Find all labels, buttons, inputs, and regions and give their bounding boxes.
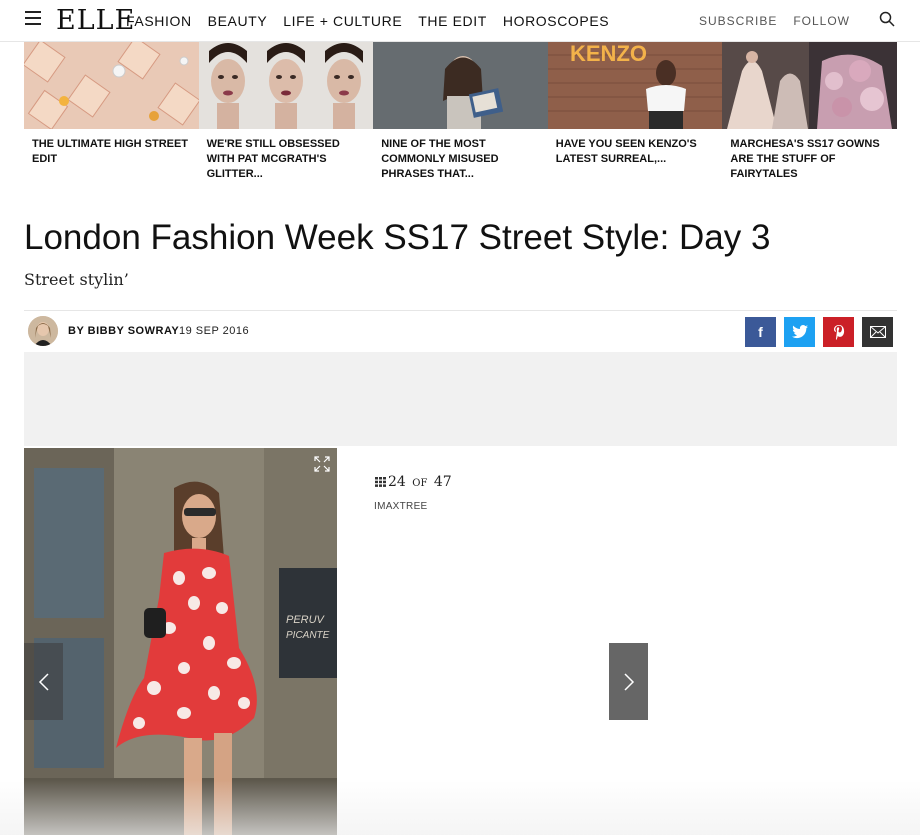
facebook-icon: f	[758, 324, 763, 340]
related-card[interactable]: THE ULTIMATE HIGH STREET EDIT	[24, 41, 199, 186]
related-card[interactable]: WE'RE STILL OBSESSED WITH PAT MCGRATH'S …	[198, 41, 374, 186]
svg-text:PERUV: PERUV	[286, 614, 326, 626]
kenzo-sign-text: KENZO	[570, 41, 647, 66]
email-icon	[869, 326, 886, 338]
chevron-left-icon	[38, 672, 49, 691]
grid-view-icon[interactable]	[375, 477, 386, 487]
related-thumbnail-phrases	[373, 41, 548, 129]
main-nav: FASHION BEAUTY LIFE + CULTURE THE EDIT H…	[126, 13, 609, 29]
email-share-button[interactable]	[862, 317, 893, 347]
twitter-share-button[interactable]	[784, 317, 815, 347]
gallery-counter: 24 OF 47	[375, 474, 452, 490]
related-card-title: NINE OF THE MOST COMMONLY MISUSED PHRASE…	[381, 138, 499, 180]
related-articles-strip: THE ULTIMATE HIGH STREET EDIT WE'RE STIL…	[24, 41, 897, 186]
advertisement-slot	[24, 352, 897, 446]
article-subheadline: Street stylin’	[24, 270, 129, 289]
gallery-total: 47	[433, 474, 452, 490]
related-card[interactable]: NINE OF THE MOST COMMONLY MISUSED PHRASE…	[373, 41, 548, 186]
svg-text:PICANTE: PICANTE	[286, 630, 330, 641]
follow-link[interactable]: FOLLOW	[793, 14, 850, 28]
nav-life-culture[interactable]: LIFE + CULTURE	[283, 13, 402, 29]
related-card-title: MARCHESA'S SS17 GOWNS ARE THE STUFF OF F…	[730, 138, 880, 180]
pinterest-icon	[833, 324, 844, 340]
related-card-title: WE'RE STILL OBSESSED WITH PAT MCGRATH'S …	[206, 138, 340, 180]
top-navigation-bar: ELLE FASHION BEAUTY LIFE + CULTURE THE E…	[0, 0, 920, 42]
subscribe-link[interactable]: SUBSCRIBE	[699, 14, 777, 28]
facebook-share-button[interactable]: f	[745, 317, 776, 347]
related-thumbnail-high-street	[24, 41, 199, 129]
related-thumbnail-kenzo: KENZO	[547, 41, 723, 129]
elle-logo[interactable]: ELLE	[56, 5, 135, 36]
nav-beauty[interactable]: BEAUTY	[208, 13, 268, 29]
search-icon[interactable]	[879, 11, 895, 27]
author-avatar[interactable]	[28, 316, 58, 346]
twitter-icon	[791, 325, 808, 339]
chevron-right-icon	[623, 672, 634, 691]
gallery-next-button[interactable]	[609, 643, 648, 720]
nav-horoscopes[interactable]: HOROSCOPES	[503, 13, 609, 29]
gallery-of-label: OF	[412, 478, 428, 489]
header-actions: SUBSCRIBE FOLLOW	[699, 14, 850, 28]
hamburger-icon[interactable]	[25, 11, 41, 25]
related-thumbnail-marchesa	[722, 41, 897, 129]
gallery-main-image[interactable]: PERUV PICANTE	[24, 448, 337, 835]
byline-row: BY BIBBY SOWRAY 19 SEP 2016 f	[24, 310, 897, 353]
related-card[interactable]: KENZO HAVE YOU SEEN KENZO'S LATEST SURRE…	[547, 41, 723, 186]
related-card[interactable]: MARCHESA'S SS17 GOWNS ARE THE STUFF OF F…	[722, 41, 897, 186]
related-card-title: THE ULTIMATE HIGH STREET EDIT	[32, 138, 189, 165]
gallery-previous-button[interactable]	[24, 643, 63, 720]
fullscreen-expand-icon[interactable]	[313, 455, 331, 473]
nav-the-edit[interactable]: THE EDIT	[418, 13, 487, 29]
photo-credit: IMAXTREE	[374, 501, 428, 512]
nav-fashion[interactable]: FASHION	[126, 13, 192, 29]
gallery-current-index: 24	[388, 474, 406, 490]
related-card-title: HAVE YOU SEEN KENZO'S LATEST SURREAL,...	[555, 138, 697, 165]
article-headline: London Fashion Week SS17 Street Style: D…	[24, 218, 771, 257]
author-byline[interactable]: BY BIBBY SOWRAY	[68, 325, 179, 337]
publish-date: 19 SEP 2016	[179, 325, 250, 337]
related-thumbnail-pat-mcgrath	[198, 41, 374, 129]
pinterest-share-button[interactable]	[823, 317, 854, 347]
